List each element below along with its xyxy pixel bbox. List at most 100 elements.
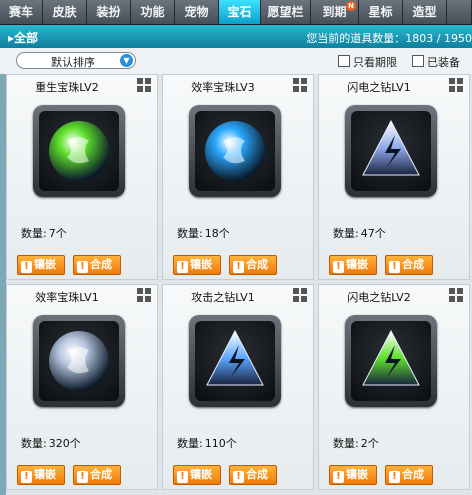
exclamation-icon: !: [77, 471, 88, 483]
synth-label: 合成: [90, 468, 112, 481]
inlay-label: 镶嵌: [34, 258, 56, 271]
item-image[interactable]: [189, 315, 281, 407]
exclamation-icon: !: [21, 261, 32, 273]
grid-view-icon[interactable]: [137, 78, 151, 92]
tab-label: 装扮: [96, 5, 121, 19]
green-lightning-diamond-icon: [362, 329, 420, 386]
tab-5[interactable]: 宠物: [175, 0, 219, 24]
tab-4[interactable]: 功能: [131, 0, 175, 24]
only-limited-label: 只看期限: [353, 56, 397, 69]
inlay-button[interactable]: ! 镶嵌: [17, 255, 65, 275]
tab-bar: 赛车 皮肤 装扮 功能 宠物 宝石 愿望栏 到期 N 星标 造型: [0, 0, 472, 25]
synth-button[interactable]: ! 合成: [73, 465, 121, 485]
exclamation-icon: !: [333, 261, 344, 273]
tab-1[interactable]: 赛车: [0, 0, 43, 24]
item-card[interactable]: 效率宝珠LV3 数量: 18个 ! 镶嵌 ! 合成: [162, 74, 314, 280]
green-orb-icon: [49, 121, 109, 181]
silver-orb-icon: [49, 331, 109, 391]
qty-value: 7个: [48, 227, 67, 240]
inlay-button[interactable]: ! 镶嵌: [173, 255, 221, 275]
sort-dropdown[interactable]: 默认排序 ▼: [16, 52, 136, 69]
filter-row: 默认排序 ▼ 只看期限 已装备: [0, 48, 472, 74]
sort-value: 默认排序: [51, 56, 95, 69]
qty-label: 数量:: [177, 227, 203, 240]
grid-view-icon[interactable]: [137, 288, 151, 302]
qty-value: 2个: [360, 437, 379, 450]
tab-10[interactable]: 造型: [403, 0, 447, 24]
grid-view-icon[interactable]: [449, 78, 463, 92]
item-image[interactable]: [345, 315, 437, 407]
tab-6[interactable]: 宝石: [219, 0, 261, 24]
exclamation-icon: !: [177, 471, 188, 483]
synth-label: 合成: [402, 468, 424, 481]
inlay-button[interactable]: ! 镶嵌: [329, 255, 377, 275]
tab-label: 赛车: [8, 5, 33, 19]
item-card[interactable]: 攻击之钻LV1 数量: 110个 ! 镶嵌 ! 合成: [162, 284, 314, 490]
item-card[interactable]: 重生宝珠LV2 数量: 7个 ! 镶嵌 ! 合成: [6, 74, 158, 280]
tab-label: 皮肤: [52, 5, 77, 19]
item-name: 效率宝珠LV1: [35, 291, 99, 304]
blue-orb-icon: [205, 121, 265, 181]
tab-2[interactable]: 皮肤: [43, 0, 87, 24]
tab-label: 宝石: [227, 5, 252, 19]
item-quantity: 数量: 7个: [19, 225, 67, 241]
new-badge: N: [346, 1, 356, 11]
inlay-label: 镶嵌: [190, 258, 212, 271]
attack-diamond-icon: [206, 329, 264, 386]
tab-7[interactable]: 愿望栏: [261, 0, 311, 24]
tab-3[interactable]: 装扮: [87, 0, 131, 24]
checkbox-box[interactable]: [338, 55, 350, 67]
synth-button[interactable]: ! 合成: [385, 465, 433, 485]
qty-value: 110个: [204, 437, 237, 450]
exclamation-icon: !: [233, 261, 244, 273]
lightning-diamond-icon: [362, 119, 420, 176]
only-limited-checkbox[interactable]: 只看期限: [338, 54, 397, 70]
item-image[interactable]: [189, 105, 281, 197]
synth-label: 合成: [402, 258, 424, 271]
item-card[interactable]: 效率宝珠LV1 数量: 320个 ! 镶嵌 ! 合成: [6, 284, 158, 490]
exclamation-icon: !: [233, 471, 244, 483]
exclamation-icon: !: [333, 471, 344, 483]
qty-label: 数量:: [333, 227, 359, 240]
inlay-label: 镶嵌: [190, 468, 212, 481]
item-name: 重生宝珠LV2: [35, 81, 99, 94]
synth-button[interactable]: ! 合成: [73, 255, 121, 275]
synth-button[interactable]: ! 合成: [229, 255, 277, 275]
inlay-button[interactable]: ! 镶嵌: [17, 465, 65, 485]
inlay-label: 镶嵌: [34, 468, 56, 481]
chevron-down-icon[interactable]: ▼: [120, 54, 133, 67]
all-category-button[interactable]: ▸全部: [8, 29, 38, 46]
tab-label: 到期: [322, 5, 347, 19]
item-image[interactable]: [345, 105, 437, 197]
tab-8[interactable]: 到期 N: [311, 0, 359, 24]
item-name: 闪电之钻LV2: [347, 291, 411, 304]
tab-11[interactable]: [447, 0, 472, 24]
inlay-label: 镶嵌: [346, 258, 368, 271]
tab-label: 宠物: [184, 5, 209, 19]
exclamation-icon: !: [21, 471, 32, 483]
synth-button[interactable]: ! 合成: [385, 255, 433, 275]
tab-label: 愿望栏: [267, 5, 304, 19]
item-image[interactable]: [33, 105, 125, 197]
tab-9[interactable]: 星标: [359, 0, 403, 24]
sub-header: ▸全部 您当前的道具数量：1803 / 1950: [0, 25, 472, 48]
inlay-button[interactable]: ! 镶嵌: [329, 465, 377, 485]
grid-view-icon[interactable]: [293, 78, 307, 92]
item-image[interactable]: [33, 315, 125, 407]
synth-button[interactable]: ! 合成: [229, 465, 277, 485]
equipped-checkbox[interactable]: 已装备: [412, 54, 460, 70]
grid-view-icon[interactable]: [449, 288, 463, 302]
tab-label: 功能: [140, 5, 165, 19]
item-quantity: 数量: 320个: [19, 435, 81, 451]
qty-value: 320个: [48, 437, 81, 450]
exclamation-icon: !: [389, 471, 400, 483]
exclamation-icon: !: [77, 261, 88, 273]
tab-label: 星标: [368, 5, 393, 19]
inlay-button[interactable]: ! 镶嵌: [173, 465, 221, 485]
item-card[interactable]: 闪电之钻LV2 数量: 2个 ! 镶嵌 ! 合成: [318, 284, 470, 490]
synth-label: 合成: [246, 258, 268, 271]
item-count: 您当前的道具数量：1803 / 1950: [306, 32, 472, 45]
checkbox-box[interactable]: [412, 55, 424, 67]
item-card[interactable]: 闪电之钻LV1 数量: 47个 ! 镶嵌 ! 合成: [318, 74, 470, 280]
grid-view-icon[interactable]: [293, 288, 307, 302]
